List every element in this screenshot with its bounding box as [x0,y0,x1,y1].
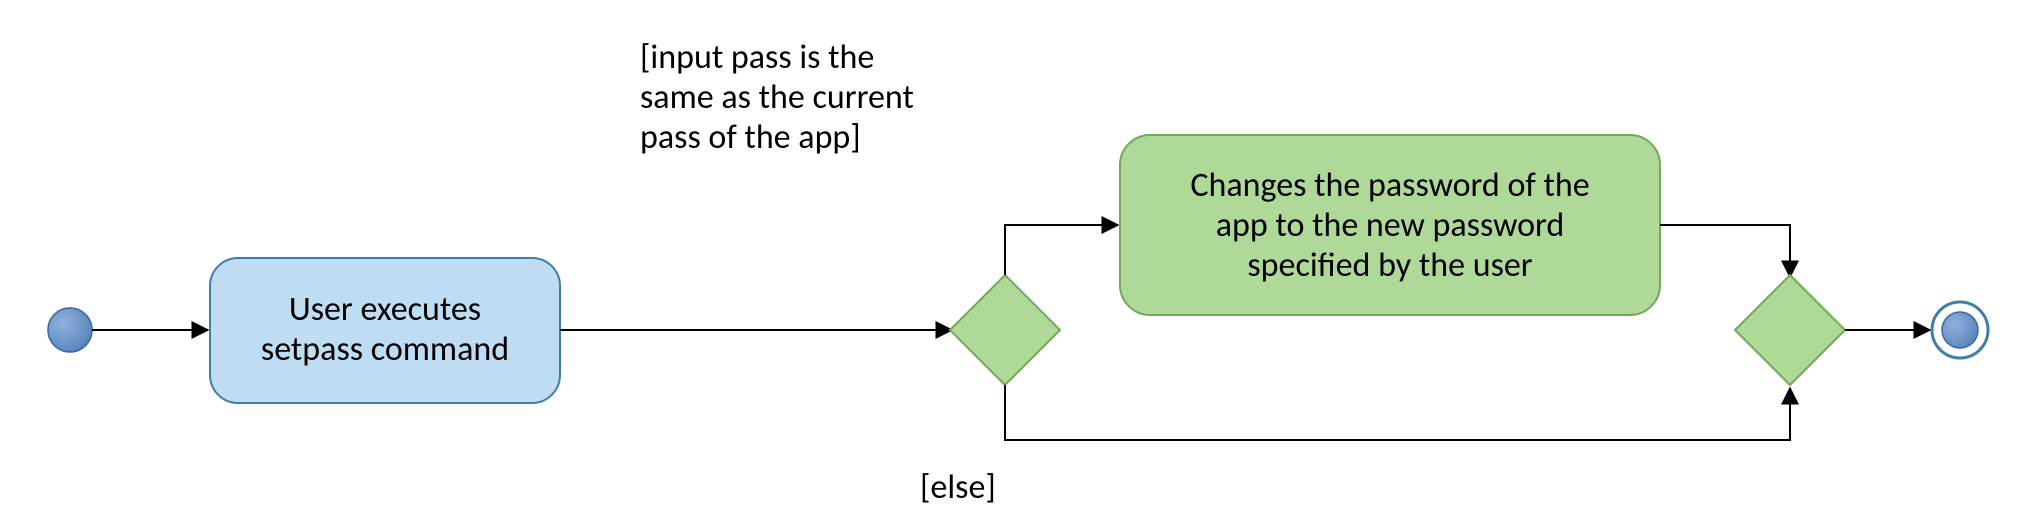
activity2-line1: Changes the password of the [1190,165,1589,206]
decision-node [950,275,1060,385]
edge-a2-m1 [1660,225,1790,277]
edge-d1-a2 [1005,225,1118,275]
guard-true-line2: same as the current [640,77,914,118]
activity1-line1: User executes [289,289,481,330]
activity2-line3: specified by the user [1247,245,1532,286]
edge-d1-m1-else [1005,385,1790,440]
activity2-line2: app to the new password [1216,205,1565,246]
guard-true-line3: pass of the app] [640,117,861,158]
merge-node [1735,275,1845,385]
activity1-line2: setpass command [261,329,509,370]
guard-else: [else] [920,467,996,508]
guard-true-line1: [input pass is the [640,37,874,78]
activity-diagram: User executes setpass command [input pas… [0,0,2026,530]
final-node-inner [1942,312,1978,348]
initial-node [48,308,92,352]
